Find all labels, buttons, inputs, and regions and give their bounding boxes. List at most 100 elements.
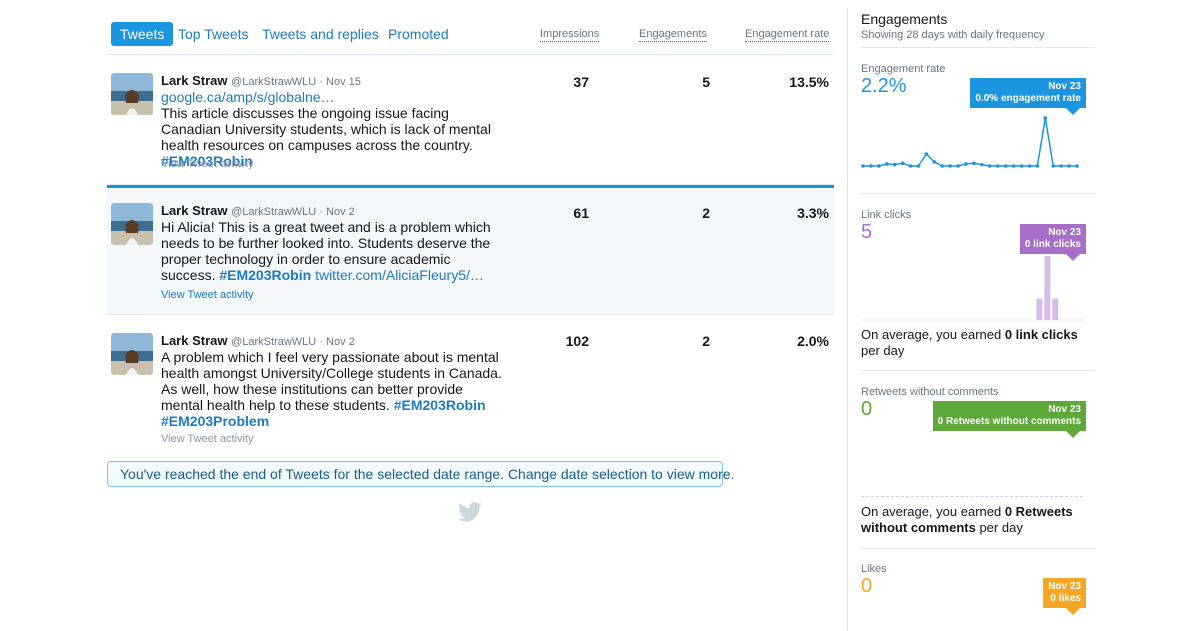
engagement-rate-column-header[interactable]: Engagement rate: [745, 28, 830, 42]
engagement-rate-point-15: [972, 161, 976, 166]
hashtag-link[interactable]: #EM203Robin: [219, 267, 311, 283]
engagement-rate-chart[interactable]: [861, 112, 1083, 172]
avatar[interactable]: [111, 333, 153, 375]
tweet-header: Lark Straw @LarkStrawWLU · Nov 2: [161, 333, 355, 348]
engagements-value: 5: [702, 74, 710, 90]
likes-label: Likes: [861, 563, 887, 575]
tab-tweets-and-replies[interactable]: Tweets and replies: [262, 22, 379, 46]
impressions-column-header[interactable]: Impressions: [540, 28, 600, 42]
tab-top-tweets[interactable]: Top Tweets: [178, 22, 249, 46]
engagement-rate-point-6: [900, 161, 905, 166]
panel-divider-line: [861, 548, 1095, 549]
engagement-rate-point-8: [916, 164, 921, 168]
panel-divider-line: [861, 193, 1095, 194]
view-tweet-activity-link[interactable]: View Tweet activity: [161, 433, 254, 445]
avg-suffix: per day: [861, 343, 905, 358]
engagement-rate-point-26: [1059, 164, 1063, 168]
tooltip-text: 0 likes: [1050, 593, 1081, 604]
link-clicks-total: 5: [861, 221, 873, 243]
panel-title: Engagements: [861, 11, 948, 27]
link-clicks-bar-25: [1052, 298, 1059, 320]
tweet-body-text: This article discusses the ongoing issue…: [161, 105, 491, 153]
tweet-header: Lark Straw @LarkStrawWLU · Nov 15: [161, 73, 361, 88]
engagements-value: 2: [702, 333, 710, 349]
tweet-text: google.ca/amp/s/globalne… This article d…: [161, 89, 506, 169]
panel-divider-line: [861, 370, 1095, 371]
engagements-column-header[interactable]: Engagements: [639, 28, 707, 42]
author-name[interactable]: Lark Straw: [161, 333, 227, 348]
engagement-rate-point-4: [884, 162, 889, 166]
tooltip-date: Nov 23: [1048, 227, 1081, 238]
avatar[interactable]: [111, 73, 153, 115]
tooltip-text: 0.0% engagement rate: [975, 93, 1081, 104]
engagement-rate-point-11: [940, 164, 945, 168]
tweet-text: A problem which I feel very passionate a…: [161, 349, 506, 429]
engagement-rate-label: Engagement rate: [861, 63, 946, 75]
engagements-value: 2: [702, 205, 710, 221]
tweet-row[interactable]: Lark Straw @LarkStrawWLU · Nov 15 google…: [107, 55, 834, 185]
link-clicks-bar-24: [1044, 256, 1051, 320]
engagement-rate-point-28: [1075, 164, 1079, 168]
engagement-rate-point-23: [1035, 164, 1040, 168]
engagement-rate-value: 2.0%: [797, 333, 829, 349]
view-tweet-activity-link[interactable]: View Tweet activity: [161, 289, 254, 301]
engagement-rate-value: 13.5%: [789, 74, 829, 90]
panel-subtitle: Showing 28 days with daily frequency: [861, 29, 1045, 41]
avg-prefix: On average, you earned: [861, 327, 1005, 342]
hashtag-link[interactable]: #EM203Problem: [161, 413, 269, 429]
likes-total: 0: [861, 575, 873, 597]
author-name[interactable]: Lark Straw: [161, 203, 227, 218]
hashtag-link[interactable]: #EM203Robin: [394, 397, 486, 413]
engagement-rate-point-13: [956, 164, 960, 168]
link-clicks-bar-23: [1036, 298, 1043, 320]
tab-promoted[interactable]: Promoted: [388, 22, 449, 46]
engagement-rate-point-2: [869, 164, 873, 168]
tweet-text: Hi Alicia! This is a great tweet and is …: [161, 219, 506, 283]
engagement-rate-point-12: [948, 164, 952, 168]
tweet-meta: @LarkStrawWLU · Nov 2: [231, 206, 355, 218]
impressions-value: 37: [573, 74, 589, 90]
impressions-value: 102: [565, 333, 589, 349]
link-clicks-average: On average, you earned 0 link clicks per…: [861, 327, 1095, 359]
likes-tooltip: Nov 23 0 likes: [1043, 578, 1086, 615]
engagement-rate-point-10: [932, 160, 937, 164]
engagement-rate-point-19: [1003, 164, 1008, 168]
tweet-row-selected[interactable]: Lark Straw @LarkStrawWLU · Nov 2 Hi Alic…: [107, 185, 834, 315]
tweet-header: Lark Straw @LarkStrawWLU · Nov 2: [161, 203, 355, 218]
avatar[interactable]: [111, 203, 153, 245]
engagement-rate-point-24: [1043, 116, 1048, 120]
link-clicks-chart[interactable]: [861, 250, 1083, 322]
engagement-rate-point-20: [1011, 164, 1016, 168]
link-clicks-label: Link clicks: [861, 209, 912, 221]
engagement-rate-point-9: [924, 152, 929, 156]
engagement-rate-point-7: [908, 164, 913, 168]
tab-tweets[interactable]: Tweets: [111, 22, 174, 46]
tweet-meta: @LarkStrawWLU · Nov 2: [231, 336, 355, 348]
tweet-link[interactable]: google.ca/amp/s/globalne…: [161, 89, 335, 105]
avg-suffix: per day: [975, 520, 1023, 535]
retweets-average: On average, you earned 0 Retweets withou…: [861, 504, 1095, 536]
retweets-chart-baseline[interactable]: [861, 496, 1083, 497]
retweets-label: Retweets without comments: [861, 386, 999, 398]
tooltip-text: 0 Retweets without comments: [937, 416, 1081, 427]
tweet-link[interactable]: twitter.com/AliciaFleury5/…: [315, 267, 484, 283]
tweet-row[interactable]: Lark Straw @LarkStrawWLU · Nov 2 A probl…: [107, 316, 834, 454]
author-name[interactable]: Lark Straw: [161, 73, 227, 88]
engagement-rate-point-18: [995, 164, 1000, 168]
avg-prefix: On average, you earned: [861, 504, 1005, 519]
view-tweet-activity-link[interactable]: View Tweet activity: [161, 158, 254, 170]
tooltip-date: Nov 23: [1048, 581, 1081, 592]
engagement-rate-total: 2.2%: [861, 75, 907, 97]
engagement-rate-point-5: [892, 162, 897, 167]
end-of-tweets-banner[interactable]: You've reached the end of Tweets for the…: [107, 461, 734, 487]
tooltip-date: Nov 23: [1048, 404, 1081, 415]
engagement-rate-point-22: [1027, 164, 1032, 168]
engagement-rate-point-25: [1051, 164, 1056, 168]
retweets-tooltip: Nov 23 0 Retweets without comments: [932, 401, 1086, 438]
impressions-value: 61: [573, 205, 589, 221]
panel-divider: [847, 8, 848, 631]
retweets-total: 0: [861, 398, 873, 420]
engagement-rate-series-line: [863, 117, 1077, 167]
twitter-bird-icon: [458, 502, 482, 522]
tooltip-date: Nov 23: [1048, 81, 1081, 92]
